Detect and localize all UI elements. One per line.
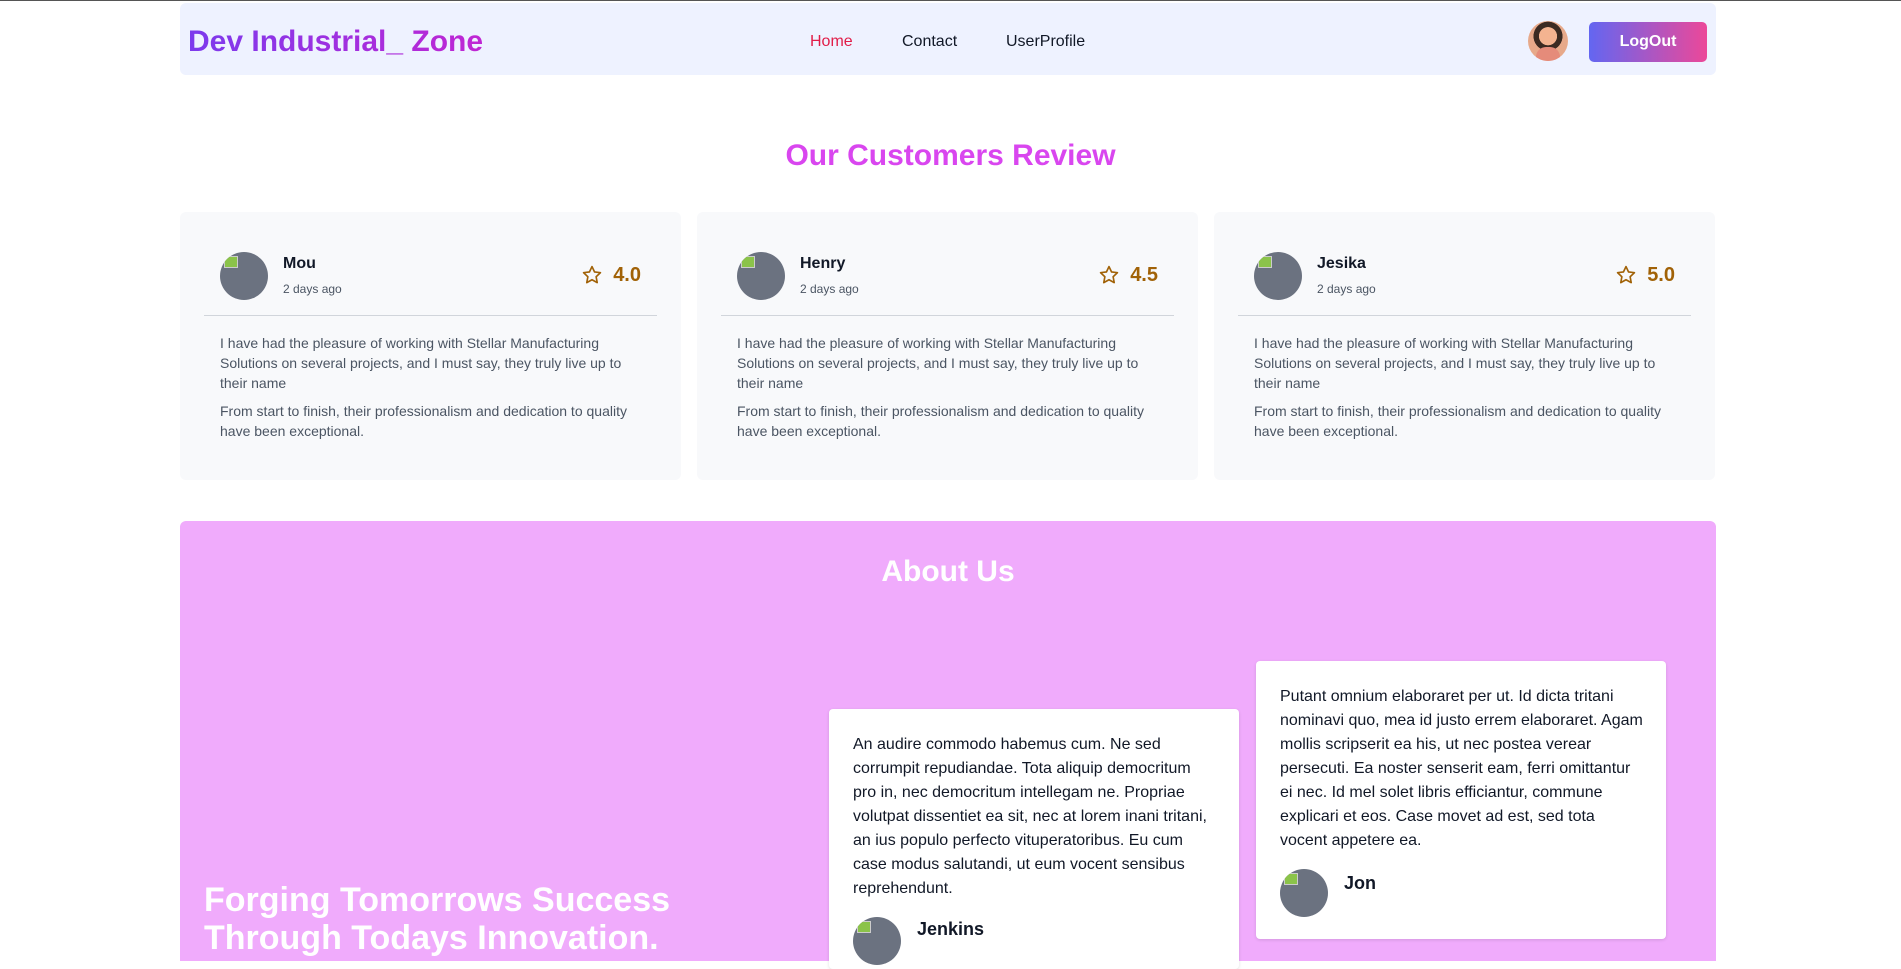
divider bbox=[721, 315, 1174, 316]
divider bbox=[1238, 315, 1691, 316]
testimonial-text: An audire commodo habemus cum. Ne sed co… bbox=[853, 736, 1207, 897]
user-avatar-icon[interactable] bbox=[1528, 21, 1568, 61]
broken-image-icon bbox=[1258, 256, 1272, 268]
divider bbox=[204, 315, 657, 316]
testimonial-card: An audire commodo habemus cum. Ne sed co… bbox=[829, 709, 1239, 969]
reviewer-avatar bbox=[1254, 252, 1302, 300]
about-section: About Us Forging Tomorrows Success Throu… bbox=[180, 521, 1716, 969]
top-navbar: Dev Industrial_ Zone Home Contact UserPr… bbox=[180, 3, 1716, 75]
brand-logo[interactable]: Dev Industrial_ Zone bbox=[188, 25, 483, 59]
nav-contact[interactable]: Contact bbox=[902, 33, 957, 51]
nav-home[interactable]: Home bbox=[810, 33, 853, 51]
review-rating: 5.0 bbox=[1647, 264, 1675, 286]
testimonial-avatar bbox=[1280, 869, 1328, 917]
review-time: 2 days ago bbox=[1317, 282, 1376, 296]
testimonial-name: Jon bbox=[1344, 873, 1377, 893]
review-text: I have had the pleasure of working with … bbox=[1254, 335, 1656, 391]
broken-image-icon bbox=[1284, 873, 1298, 885]
review-time: 2 days ago bbox=[800, 282, 859, 296]
review-card: Mou 2 days ago 4.0 I have had the pleasu… bbox=[180, 212, 681, 480]
testimonial-text: Putant omnium elaboraret per ut. Id dict… bbox=[1280, 688, 1643, 849]
review-card: Henry 2 days ago 4.5 I have had the plea… bbox=[697, 212, 1198, 480]
broken-image-icon bbox=[741, 256, 755, 268]
reviewer-name: Jesika bbox=[1317, 255, 1366, 272]
testimonial-card: Putant omnium elaboraret per ut. Id dict… bbox=[1256, 661, 1666, 939]
review-text: I have had the pleasure of working with … bbox=[220, 335, 622, 391]
broken-image-icon bbox=[224, 256, 238, 268]
reviewer-name: Henry bbox=[800, 255, 846, 272]
review-text: I have had the pleasure of working with … bbox=[737, 335, 1139, 391]
star-icon bbox=[582, 265, 602, 284]
review-text-2: From start to finish, their professional… bbox=[1254, 403, 1661, 439]
nav-userprofile[interactable]: UserProfile bbox=[1006, 33, 1085, 51]
review-text-2: From start to finish, their professional… bbox=[220, 403, 627, 439]
testimonial-name: Jenkins bbox=[917, 919, 985, 939]
reviewer-avatar bbox=[220, 252, 268, 300]
reviewer-name: Mou bbox=[283, 255, 316, 272]
review-card: Jesika 2 days ago 5.0 I have had the ple… bbox=[1214, 212, 1715, 480]
about-headline: Forging Tomorrows Success Through Todays… bbox=[204, 881, 671, 957]
review-text-2: From start to finish, their professional… bbox=[737, 403, 1144, 439]
review-rating: 4.0 bbox=[613, 264, 641, 286]
broken-image-icon bbox=[857, 921, 871, 933]
review-time: 2 days ago bbox=[283, 282, 342, 296]
reviewer-avatar bbox=[737, 252, 785, 300]
review-rating: 4.5 bbox=[1130, 264, 1158, 286]
star-icon bbox=[1099, 265, 1119, 284]
star-icon bbox=[1616, 265, 1636, 284]
reviews-title: Our Customers Review bbox=[785, 139, 1116, 172]
logout-button[interactable]: LogOut bbox=[1589, 22, 1707, 62]
about-title: About Us bbox=[881, 555, 1015, 588]
testimonial-avatar bbox=[853, 917, 901, 965]
